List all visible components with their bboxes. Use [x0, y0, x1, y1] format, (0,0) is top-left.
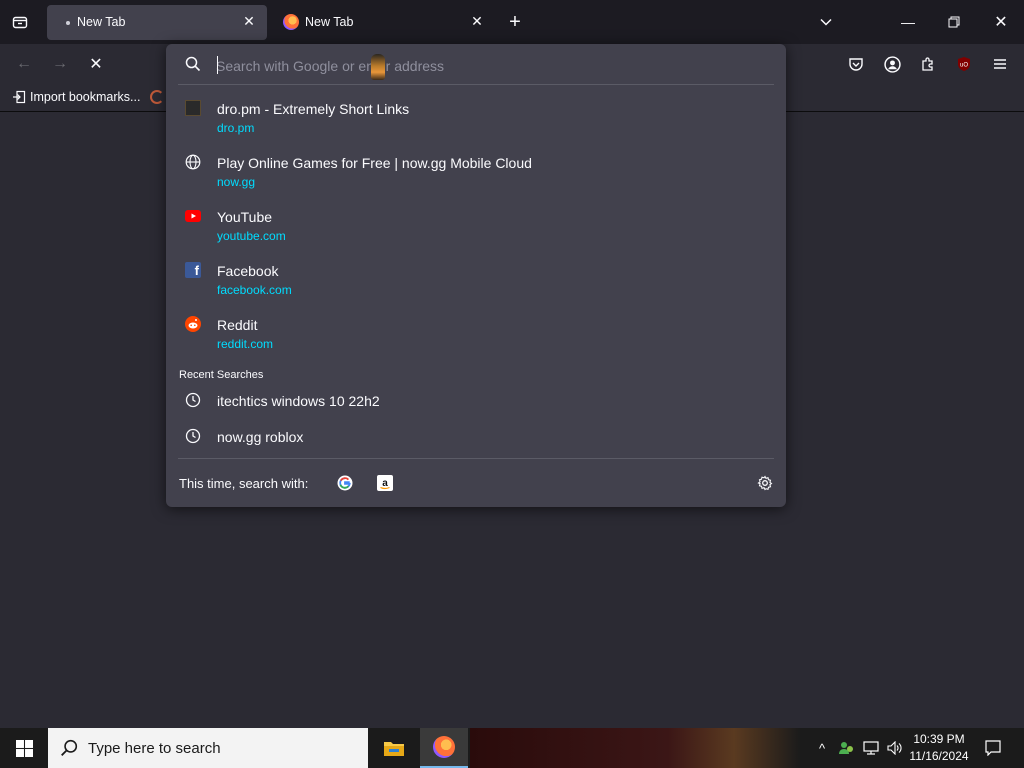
- loading-dot-icon: [66, 21, 70, 25]
- tab-new-tab[interactable]: New Tab ✕: [275, 5, 495, 40]
- restore-button[interactable]: [931, 0, 977, 44]
- tab-strip: New Tab ✕ New Tab ✕ + — ✕: [0, 0, 1024, 44]
- taskbar-search-box[interactable]: Type here to search: [48, 728, 368, 768]
- suggestion-title: Reddit: [217, 317, 258, 333]
- taskbar-search-placeholder: Type here to search: [88, 739, 221, 757]
- suggestion-url: dro.pm: [217, 121, 255, 135]
- tab-list-overview-icon[interactable]: [7, 9, 33, 35]
- suggestion-url: youtube.com: [217, 229, 286, 243]
- stop-loading-icon[interactable]: ✕: [83, 51, 109, 77]
- clock-icon: [185, 392, 201, 408]
- suggestion-title: dro.pm - Extremely Short Links: [217, 101, 410, 117]
- url-input[interactable]: [216, 55, 756, 77]
- text-caret: [217, 56, 218, 74]
- suggestion-row[interactable]: Reddit reddit.com: [166, 308, 786, 360]
- suggestion-title: Play Online Games for Free | now.gg Mobi…: [217, 155, 532, 171]
- divider: [178, 458, 774, 459]
- import-bookmarks-label: Import bookmarks...: [30, 90, 141, 104]
- google-icon[interactable]: [334, 472, 356, 494]
- recent-search-row[interactable]: now.gg roblox: [166, 420, 786, 454]
- clock-time: 10:39 PM: [913, 732, 965, 746]
- close-tab-icon[interactable]: ✕: [469, 13, 485, 29]
- show-hidden-icons-chevron-icon[interactable]: ^: [812, 728, 832, 768]
- import-icon: [13, 90, 26, 104]
- clock-date: 11/16/2024: [909, 749, 969, 763]
- start-windows-icon[interactable]: [0, 728, 48, 768]
- search-icon: [185, 56, 201, 77]
- pocket-icon[interactable]: [843, 51, 869, 77]
- back-arrow-icon[interactable]: ←: [11, 51, 37, 77]
- recent-search-row[interactable]: itechtics windows 10 22h2: [166, 384, 786, 418]
- file-explorer-icon[interactable]: [370, 728, 418, 768]
- list-all-tabs-chevron-icon[interactable]: [813, 9, 839, 35]
- divider: [178, 84, 774, 85]
- recent-search-text: now.gg roblox: [217, 429, 304, 445]
- suggestion-row[interactable]: dro.pm - Extremely Short Links dro.pm: [166, 92, 786, 144]
- taskbar-background-image: [470, 728, 800, 768]
- firefox-taskbar-icon[interactable]: [420, 728, 468, 768]
- tab-label: New Tab: [305, 15, 354, 29]
- cursor-overlay-icon: [371, 54, 385, 80]
- urlbar-panel: dro.pm - Extremely Short Links dro.pm Pl…: [166, 44, 786, 507]
- suggestion-title: YouTube: [217, 209, 273, 225]
- firefox-icon: [283, 14, 299, 30]
- close-tab-icon[interactable]: ✕: [241, 13, 257, 29]
- clock-icon: [185, 428, 201, 444]
- clock[interactable]: 10:39 PM 11/16/2024: [906, 728, 972, 768]
- globe-icon: [185, 154, 201, 170]
- svg-text:a: a: [382, 478, 388, 489]
- tab-new-tab-active[interactable]: New Tab ✕: [47, 5, 267, 40]
- search-icon: [61, 739, 78, 756]
- facebook-icon: f: [185, 262, 201, 278]
- close-window-button[interactable]: ✕: [978, 0, 1024, 44]
- search-settings-gear-icon[interactable]: [754, 472, 776, 494]
- notifications-icon[interactable]: [978, 728, 1008, 768]
- tab-label: New Tab: [77, 15, 126, 29]
- network-icon[interactable]: [860, 728, 882, 768]
- reddit-icon: [185, 316, 201, 332]
- suggestion-title: Facebook: [217, 263, 279, 279]
- new-tab-button[interactable]: +: [502, 9, 528, 35]
- suggestion-row[interactable]: YouTube youtube.com: [166, 200, 786, 252]
- svg-text:uO: uO: [960, 63, 968, 69]
- search-with-label: This time, search with:: [179, 476, 309, 491]
- app-menu-hamburger-icon[interactable]: [987, 51, 1013, 77]
- extensions-puzzle-icon[interactable]: [915, 51, 941, 77]
- site-favicon: [185, 100, 201, 116]
- windows-taskbar: Type here to search ^ 10:39 PM 11/16/202…: [0, 728, 1024, 768]
- ublock-origin-icon[interactable]: uO: [951, 51, 977, 77]
- suggestion-url: facebook.com: [217, 283, 292, 297]
- minimize-button[interactable]: —: [885, 0, 931, 44]
- youtube-icon: [185, 208, 201, 224]
- recent-search-text: itechtics windows 10 22h2: [217, 393, 380, 409]
- account-icon[interactable]: [879, 51, 905, 77]
- volume-icon[interactable]: [884, 728, 906, 768]
- suggestion-row[interactable]: Play Online Games for Free | now.gg Mobi…: [166, 146, 786, 198]
- recent-searches-header: Recent Searches: [179, 369, 264, 381]
- people-sync-icon[interactable]: [836, 728, 856, 768]
- amazon-icon[interactable]: a: [374, 472, 396, 494]
- suggestion-url: reddit.com: [217, 337, 274, 351]
- forward-arrow-icon[interactable]: →: [47, 51, 73, 77]
- suggestion-url: now.gg: [217, 175, 256, 189]
- suggestion-row[interactable]: f Facebook facebook.com: [166, 254, 786, 306]
- import-bookmarks-button[interactable]: Import bookmarks...: [12, 90, 140, 104]
- bookmark-favicon-icon[interactable]: [150, 90, 164, 104]
